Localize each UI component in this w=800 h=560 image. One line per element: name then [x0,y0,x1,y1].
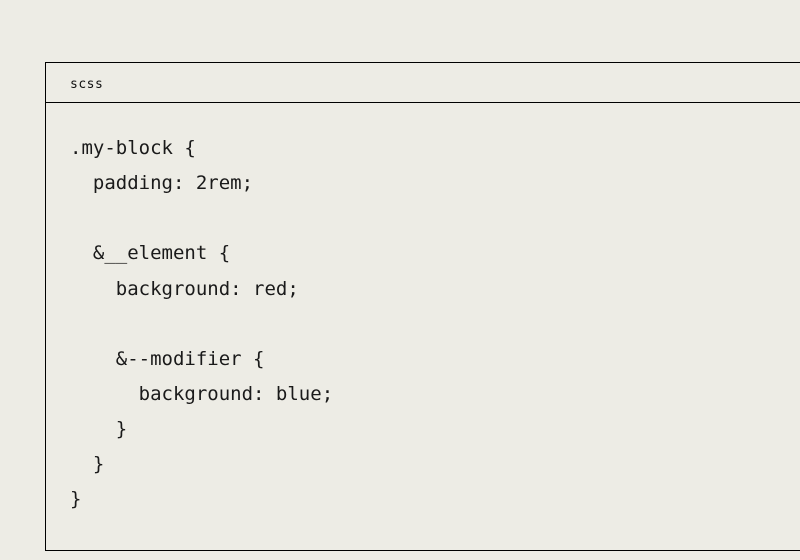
code-token-indent [70,172,93,194]
code-block-header: scss [46,63,800,103]
code-token-value: blue [276,383,322,405]
code-content: .my-block { padding: 2rem; &__element { … [70,131,776,518]
code-token-indent [70,453,93,475]
code-token-brace: { [242,348,265,370]
code-token-semicolon: ; [287,278,298,300]
code-token-indent [70,348,116,370]
code-token-selector: &__element [93,242,207,264]
code-token-indent [70,383,139,405]
code-token-semicolon: ; [242,172,253,194]
code-token-selector: &--modifier [116,348,242,370]
code-token-brace: { [207,242,230,264]
code-token-indent [70,278,116,300]
code-token-property: padding [93,172,173,194]
code-token-selector: .my-block [70,137,173,159]
code-token-value: 2rem [196,172,242,194]
code-token-brace: } [116,418,127,440]
code-token-indent [70,418,116,440]
code-token-semicolon: ; [322,383,333,405]
code-token-indent [70,242,93,264]
language-label: scss [70,77,103,92]
code-token-property: background [116,278,230,300]
code-block: scss .my-block { padding: 2rem; &__eleme… [45,62,800,551]
code-token-brace: { [173,137,196,159]
code-token-colon: : [253,383,276,405]
code-block-body: .my-block { padding: 2rem; &__element { … [46,103,800,550]
code-token-property: background [139,383,253,405]
code-token-brace: } [93,453,104,475]
code-token-brace: } [70,488,81,510]
code-token-colon: : [173,172,196,194]
code-token-value: red [253,278,287,300]
code-token-colon: : [230,278,253,300]
